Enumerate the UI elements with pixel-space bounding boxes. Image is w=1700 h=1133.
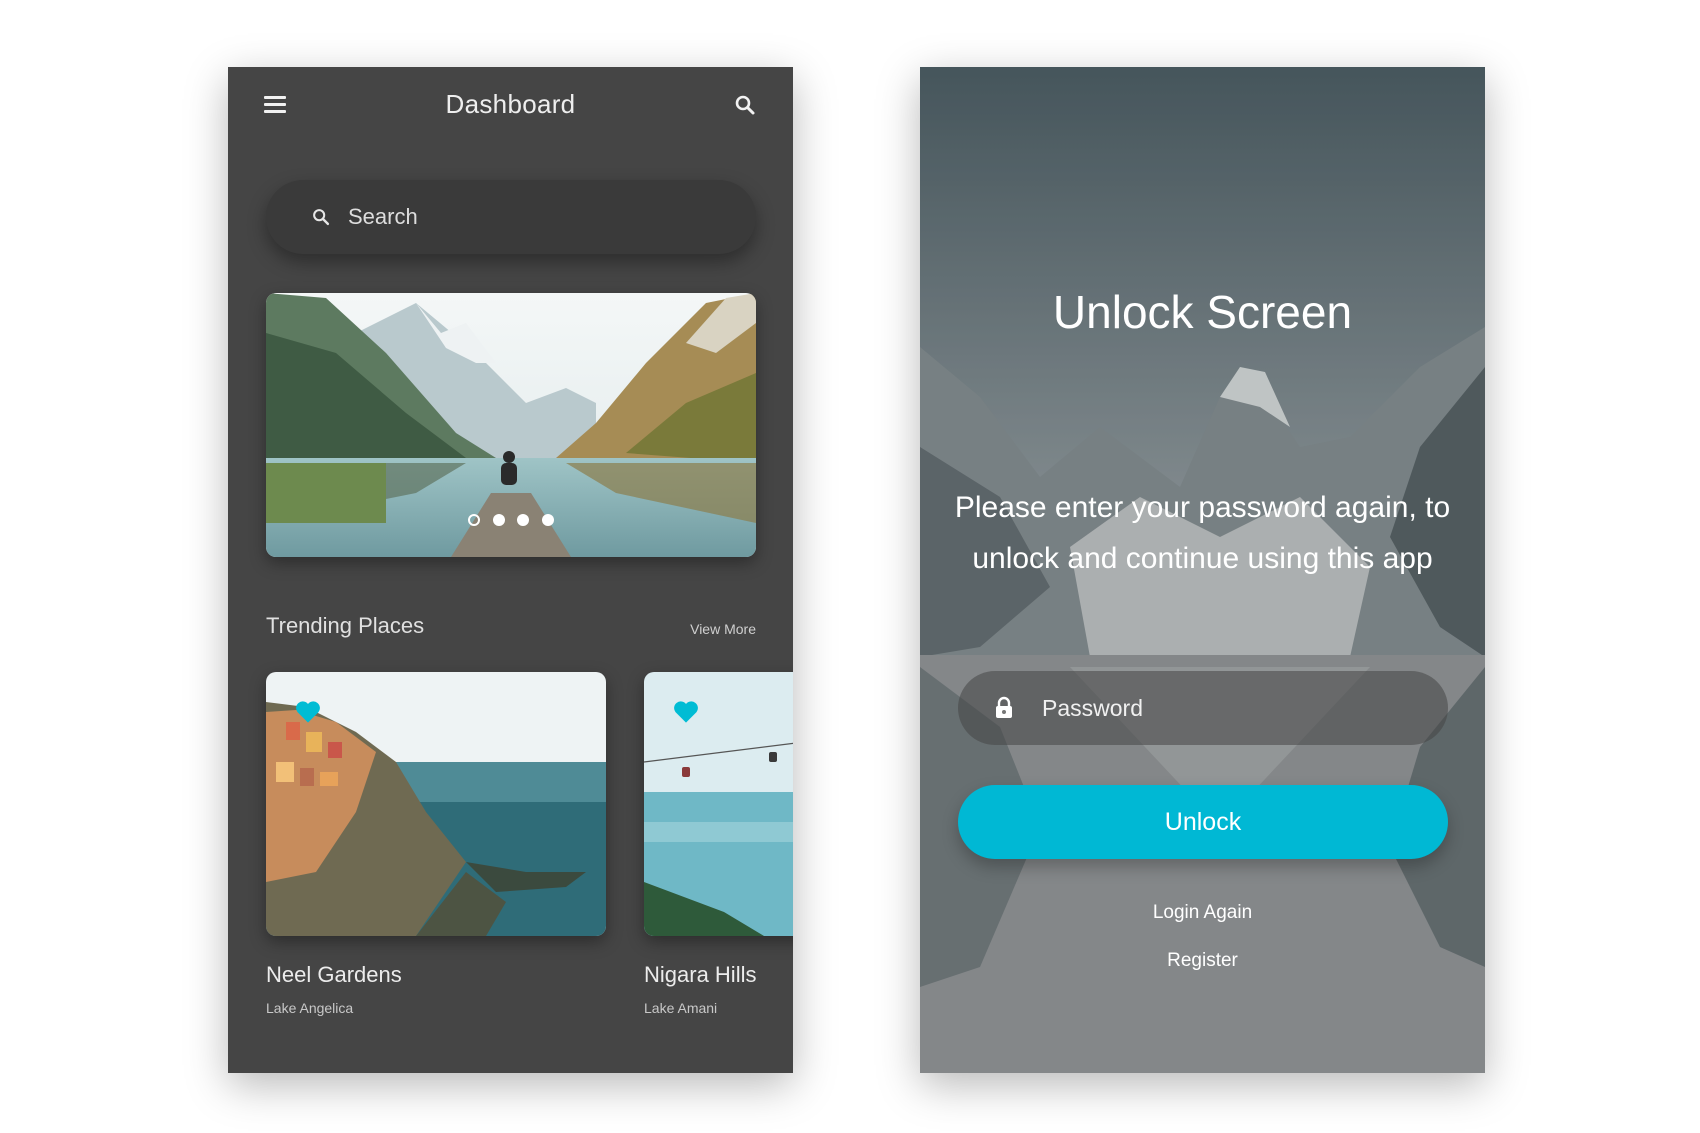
place-card-title: Nigara Hills <box>644 962 757 987</box>
place-card-image <box>644 672 793 936</box>
search-icon[interactable] <box>733 93 757 117</box>
dashboard-screen: Dashboard Search Trending Places View Mo… <box>228 67 793 1073</box>
place-card-image <box>266 672 606 936</box>
heart-icon[interactable] <box>294 698 322 724</box>
carousel-dot-4[interactable] <box>541 514 554 526</box>
place-card[interactable]: Nigara Hills Lake Amani <box>644 672 793 1016</box>
place-card-subtitle: Lake Amani <box>644 1000 718 1016</box>
carousel-dot-3[interactable] <box>517 514 530 526</box>
heart-icon[interactable] <box>672 698 700 724</box>
section-title: Trending Places <box>266 613 425 638</box>
hero-carousel[interactable] <box>266 293 756 557</box>
unlock-screen: Unlock Screen Please enter your password… <box>920 67 1485 1073</box>
place-card-title: Neel Gardens <box>266 962 402 987</box>
search-input[interactable] <box>346 198 726 236</box>
place-card[interactable]: Neel Gardens Lake Angelica <box>266 672 606 1016</box>
page-title: Dashboard <box>445 89 576 119</box>
password-field[interactable] <box>958 671 1448 745</box>
search-bar[interactable] <box>266 180 756 254</box>
search-icon <box>313 209 330 226</box>
top-app-bar: Dashboard <box>228 67 793 143</box>
carousel-indicators <box>266 513 756 531</box>
unlock-message: Please enter your password again, to unl… <box>954 491 1451 575</box>
login-again-link[interactable]: Login Again <box>920 902 1485 924</box>
view-more-link[interactable]: View More <box>690 621 756 637</box>
carousel-dot-2[interactable] <box>492 514 505 526</box>
password-input[interactable] <box>1040 689 1420 727</box>
unlock-title: Unlock Screen <box>1052 286 1353 338</box>
carousel-dot-1[interactable] <box>468 514 481 526</box>
unlock-button[interactable]: Unlock <box>958 785 1448 859</box>
place-card-subtitle: Lake Angelica <box>266 1000 354 1016</box>
register-link[interactable]: Register <box>920 950 1485 972</box>
lock-icon <box>996 696 1012 718</box>
